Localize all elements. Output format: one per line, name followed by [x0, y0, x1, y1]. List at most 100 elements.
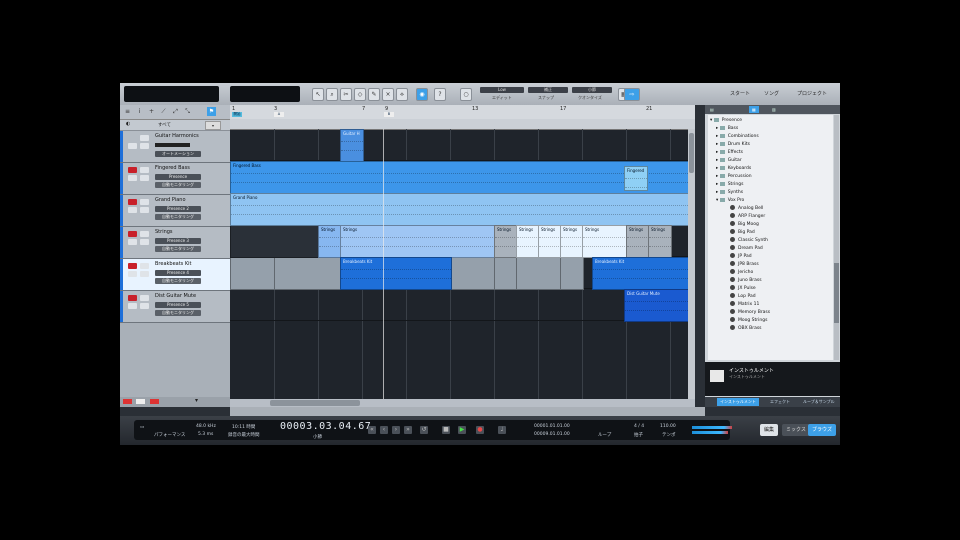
marker-icon[interactable]: ⚑ [207, 107, 216, 116]
track-name[interactable]: Strings [155, 229, 173, 235]
muted-clip[interactable] [230, 257, 276, 290]
browser-preset[interactable]: Juno Brass [730, 277, 762, 285]
muted-clip[interactable] [494, 257, 518, 290]
track-header[interactable]: Dist Guitar Mute Presence 5 自動モニタリング [120, 291, 230, 323]
inspector-icon[interactable]: i [135, 107, 144, 116]
browser-category[interactable]: ▸ Effects [716, 149, 743, 157]
event-clip[interactable]: Strings [494, 225, 518, 258]
visibility-icon[interactable]: ◐ [126, 121, 130, 127]
event-clip[interactable]: Fingered [624, 166, 648, 191]
monitor-icon[interactable] [128, 271, 137, 277]
event-clip[interactable]: Strings [582, 225, 628, 258]
browser-tab-instruments[interactable]: ▤ [707, 106, 717, 113]
forward-icon[interactable]: › [392, 426, 400, 434]
expand-icon[interactable]: ⤢ [171, 107, 180, 116]
browser-preset[interactable]: Dream Pad [730, 245, 763, 253]
solo-icon[interactable] [140, 303, 149, 309]
loop-start-marker[interactable]: 開始 [232, 112, 242, 117]
bend-tool-icon[interactable]: ⟡ [396, 88, 408, 101]
event-clip[interactable]: Strings [516, 225, 540, 258]
muted-clip[interactable] [516, 257, 562, 290]
browser-preset[interactable]: Classic Synth [730, 237, 768, 245]
event-clip[interactable]: Strings [318, 225, 342, 258]
marker-b[interactable]: B [384, 112, 394, 117]
vertical-scrollbar[interactable] [688, 129, 695, 399]
solo-all-icon[interactable] [150, 399, 159, 404]
monitor-icon[interactable] [128, 303, 137, 309]
record-arm-icon[interactable] [128, 199, 137, 205]
track-header[interactable]: Grand Piano Presence 2 自動モニタリング [120, 195, 230, 227]
loop-end[interactable]: 00009.01.01.00 [534, 432, 570, 437]
monitor-icon[interactable] [128, 175, 137, 181]
browser-preset[interactable]: Jericho [730, 269, 753, 277]
arrange-view[interactable]: 1 3 7 9 13 17 21 開始 A B Guitar H Fingered… [230, 105, 695, 407]
browser-tab-active[interactable]: ▦ [749, 106, 759, 113]
browser-category[interactable]: ▸ Bass [716, 125, 738, 133]
track-name[interactable]: Breakbeats Kit [155, 261, 192, 267]
track-lane[interactable] [230, 129, 695, 161]
start-page-link[interactable]: スタート [730, 90, 750, 97]
track-instrument[interactable]: Presence 2 [155, 206, 201, 212]
solo-icon[interactable] [140, 271, 149, 277]
track-header[interactable]: Guitar Harmonics オートメーション [120, 131, 230, 163]
time-display[interactable]: 00003.03.04.67 [280, 421, 371, 432]
browser-preset[interactable]: Moog Strings [730, 317, 767, 325]
browser-preset[interactable]: Memory Brass [730, 309, 770, 317]
muted-clip[interactable] [560, 257, 584, 290]
marker-a[interactable]: A [274, 112, 284, 117]
automation-icon[interactable]: ⟋ [159, 107, 168, 116]
browser-category[interactable]: ▸ Guitar [716, 157, 742, 165]
event-clip[interactable]: Strings [626, 225, 650, 258]
browser-tab-folder[interactable]: ▥ [769, 106, 779, 113]
mute-icon[interactable] [140, 167, 149, 173]
browser-preset[interactable]: JP Pad [730, 253, 752, 261]
track-instrument[interactable]: Presence [155, 174, 201, 180]
list-icon[interactable]: ≡ [123, 107, 132, 116]
help-icon[interactable]: ? [434, 88, 446, 101]
record-arm-icon[interactable] [128, 167, 137, 173]
monitor-all-icon[interactable] [136, 399, 145, 404]
mute-icon[interactable] [140, 135, 149, 141]
filter-dropdown[interactable]: ▾ [205, 121, 221, 130]
solo-icon[interactable] [140, 175, 149, 181]
mute-icon[interactable] [140, 231, 149, 237]
browser-category[interactable]: ▸ Combinations [716, 133, 759, 141]
browser-category[interactable]: ▸ Percussion [716, 173, 752, 181]
browse-button[interactable]: ブラウズ [808, 424, 837, 436]
record-arm-icon[interactable] [128, 135, 137, 141]
track-monitor-mode[interactable]: 自動モニタリング [155, 182, 201, 188]
range-tool-icon[interactable]: ⌕ [326, 88, 338, 101]
browser-folder[interactable]: ▾ Presence [710, 117, 742, 125]
track-name[interactable]: Guitar Harmonics [155, 133, 199, 139]
song-page-link[interactable]: ソング [764, 90, 779, 97]
event-clip[interactable]: Strings [340, 225, 496, 258]
horizontal-scrollbar[interactable] [230, 399, 695, 407]
record-arm-all-icon[interactable] [123, 399, 132, 404]
monitor-icon[interactable] [128, 239, 137, 245]
browser-preset[interactable]: Matrix 11 [730, 301, 759, 309]
split-tool-icon[interactable]: ✂ [340, 88, 352, 101]
time-signature[interactable]: 4 / 4 [634, 424, 644, 429]
rewind-icon[interactable]: « [368, 426, 376, 434]
event-clip[interactable]: Breakbeats Kit [592, 257, 695, 290]
footer-tab-instruments[interactable]: インストゥルメント [717, 398, 759, 406]
muted-clip[interactable] [274, 257, 342, 290]
track-filter-label[interactable]: すべて [158, 122, 171, 128]
track-instrument[interactable]: Presence 3 [155, 238, 201, 244]
mute-icon[interactable] [140, 199, 149, 205]
performance-icon[interactable]: ▭ [140, 425, 144, 430]
track-header[interactable]: Fingered Bass Presence 自動モニタリング [120, 163, 230, 195]
track-name[interactable]: Grand Piano [155, 197, 186, 203]
monitor-icon[interactable] [128, 143, 137, 149]
mute-tool-icon[interactable]: × [382, 88, 394, 101]
stop-icon[interactable]: ■ [442, 426, 450, 434]
track-monitor-mode[interactable]: 自動モニタリング [155, 278, 201, 284]
track-monitor-mode[interactable]: 自動モニタリング [155, 246, 201, 252]
event-clip[interactable]: Strings [560, 225, 584, 258]
event-clip[interactable]: Guitar H [340, 129, 364, 162]
loop-icon[interactable]: ↺ [420, 426, 428, 434]
browser-preset[interactable]: Big Pad [730, 229, 755, 237]
browser-preset[interactable]: Big Moog [730, 221, 759, 229]
track-header[interactable]: Strings Presence 3 自動モニタリング [120, 227, 230, 259]
record-arm-icon[interactable] [128, 295, 137, 301]
